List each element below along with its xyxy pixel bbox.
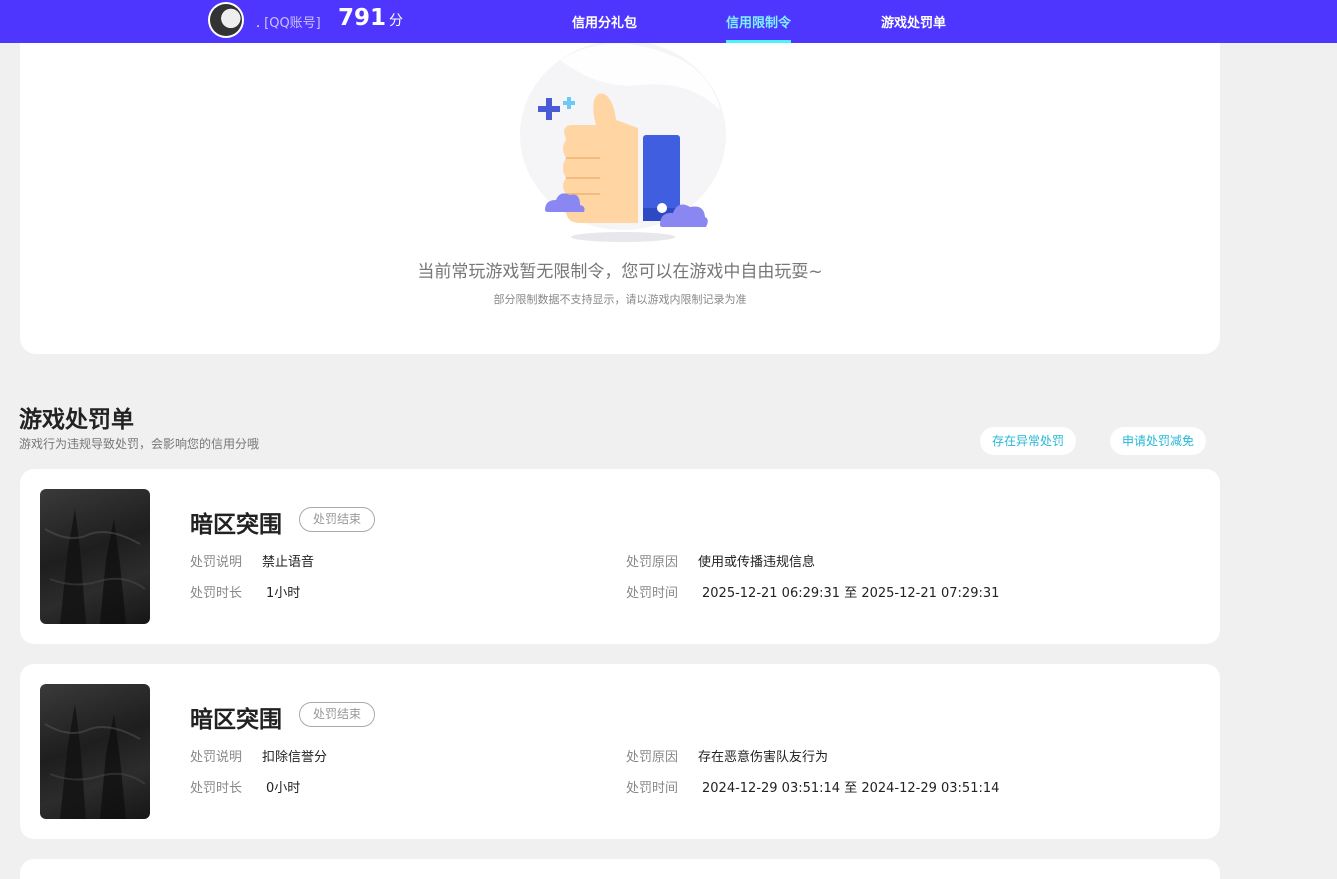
penalty-desc-value: 扣除信誉分 (262, 750, 328, 765)
apply-penalty-relief-button[interactable]: 申请处罚减免 (1110, 427, 1207, 455)
game-cover-image (40, 489, 150, 624)
tab-credit-gift[interactable]: 信用分礼包 (572, 12, 637, 43)
credit-score-unit: 分 (389, 13, 404, 29)
penalty-card: 暗区突围 处罚结束 处罚说明 禁止语音 处罚时长 1小时 处罚原因 使用或传播违… (20, 469, 1220, 644)
empty-note: 部分限制数据不支持显示，请以游戏内限制记录为准 (493, 293, 747, 306)
restriction-empty-card: 当前常玩游戏暂无限制令，您可以在游戏中自由玩耍~ 部分限制数据不支持显示，请以游… (20, 20, 1220, 354)
thumbs-up-illustration (520, 40, 726, 242)
penalty-desc-label: 处罚说明 (190, 750, 243, 765)
game-cover-image (40, 684, 150, 819)
penalty-duration-label: 处罚时长 (190, 586, 243, 601)
user-avatar[interactable] (208, 2, 244, 38)
penalty-desc-label: 处罚说明 (190, 555, 243, 570)
account-label: . [QQ账号] (256, 12, 321, 31)
empty-message: 当前常玩游戏暂无限制令，您可以在游戏中自由玩耍~ (417, 262, 823, 282)
account-prefix: . (256, 16, 261, 31)
penalty-desc-value: 禁止语音 (262, 555, 315, 570)
penalty-reason-value: 存在恶意伤害队友行为 (698, 750, 829, 765)
penalty-reason-label: 处罚原因 (626, 750, 679, 765)
section-subtitle: 游戏行为违规导致处罚，会影响您的信用分哦 (19, 437, 260, 451)
section-title: 游戏处罚单 (19, 407, 134, 433)
penalty-time-label: 处罚时间 (626, 781, 679, 796)
credit-score-value: 791 (338, 5, 387, 31)
tab-credit-restriction[interactable]: 信用限制令 (726, 12, 792, 43)
penalty-time-value: 2025-12-21 06:29:31 至 2025-12-21 07:29:3… (702, 586, 1000, 601)
status-badge: 处罚结束 (299, 702, 376, 727)
penalty-duration-label: 处罚时长 (190, 781, 243, 796)
tab-game-penalty[interactable]: 游戏处罚单 (881, 12, 946, 43)
penalty-time-value: 2024-12-29 03:51:14 至 2024-12-29 03:51:1… (702, 781, 1000, 796)
penalty-card: 暗区突围 处罚结束 处罚说明 扣除信誉分 处罚时长 0小时 处罚原因 存在恶意伤… (20, 664, 1220, 839)
credit-score: 791 分 (338, 5, 403, 31)
penalty-duration-value: 0小时 (266, 781, 301, 796)
game-name: 暗区突围 (190, 707, 282, 733)
penalty-duration-value: 1小时 (266, 586, 301, 601)
status-badge: 处罚结束 (299, 507, 376, 532)
top-nav-bar: . [QQ账号] 791 分 信用分礼包 信用限制令 游戏处罚单 (0, 0, 1337, 43)
penalty-reason-label: 处罚原因 (626, 555, 679, 570)
penalty-reason-value: 使用或传播违规信息 (698, 555, 816, 570)
account-type: [QQ账号] (264, 16, 321, 31)
report-abnormal-penalty-button[interactable]: 存在异常处罚 (980, 427, 1077, 455)
penalty-card-partial (20, 859, 1220, 879)
game-name: 暗区突围 (190, 512, 282, 538)
penalty-time-label: 处罚时间 (626, 586, 679, 601)
